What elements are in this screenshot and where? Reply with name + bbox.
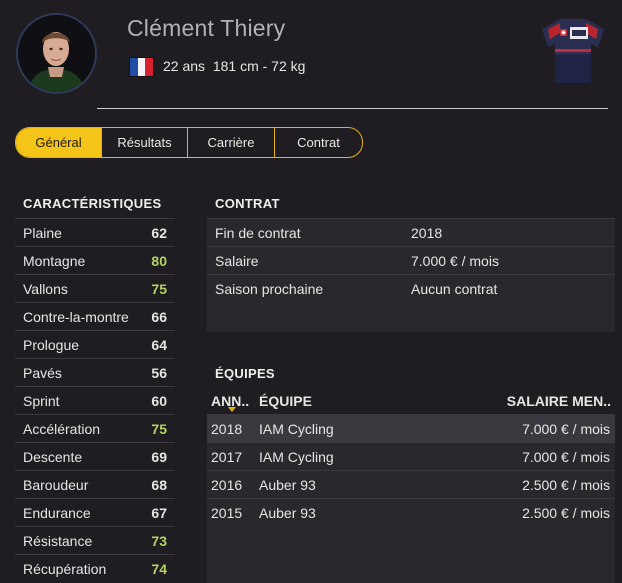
flag-stripe-blue xyxy=(130,58,138,76)
characteristic-label: Prologue xyxy=(23,337,80,353)
team-salary: 2.500 € / mois xyxy=(522,505,610,521)
rider-name: Clément Thiery xyxy=(127,15,286,41)
characteristic-label: Baroudeur xyxy=(23,477,89,493)
characteristic-row: Contre-la-montre 66 xyxy=(15,302,175,330)
characteristics-title: CARACTÉRISTIQUES xyxy=(23,196,162,211)
contract-row-end: Fin de contrat 2018 xyxy=(207,218,615,247)
team-row[interactable]: 2016 Auber 93 2.500 € / mois xyxy=(207,470,615,499)
team-year: 2016 xyxy=(211,477,243,493)
characteristic-row: Plaine 62 xyxy=(15,218,175,246)
characteristic-row: Résistance 73 xyxy=(15,526,175,554)
team-salary: 7.000 € / mois xyxy=(522,421,610,437)
characteristic-row: Endurance 67 xyxy=(15,498,175,526)
contract-value: 2018 xyxy=(411,225,443,241)
characteristics-list: Plaine 62 Montagne 80 Vallons 75 Contre-la-mon… xyxy=(15,218,175,582)
characteristic-label: Accélération xyxy=(23,421,101,437)
characteristic-row: Récupération 74 xyxy=(15,554,175,582)
characteristic-value: 80 xyxy=(151,253,167,269)
characteristic-value: 68 xyxy=(151,477,167,493)
team-row[interactable]: 2017 IAM Cycling 7.000 € / mois xyxy=(207,442,615,471)
rider-height-weight: 181 cm - 72 kg xyxy=(212,58,306,74)
characteristic-value: 56 xyxy=(151,365,167,381)
team-name: Auber 93 xyxy=(259,477,316,493)
contract-label: Fin de contrat xyxy=(215,225,301,241)
characteristic-label: Plaine xyxy=(23,225,62,241)
characteristic-label: Endurance xyxy=(23,505,91,521)
team-salary: 7.000 € / mois xyxy=(522,449,610,465)
team-salary: 2.500 € / mois xyxy=(522,477,610,493)
column-header-team[interactable]: ÉQUIPE xyxy=(259,388,312,414)
characteristic-value: 75 xyxy=(151,281,167,297)
france-flag-icon xyxy=(130,58,154,76)
team-name: IAM Cycling xyxy=(259,449,334,465)
teams-title: ÉQUIPES xyxy=(215,366,275,381)
characteristic-row: Vallons 75 xyxy=(15,274,175,302)
characteristic-row: Accélération 75 xyxy=(15,414,175,442)
characteristic-row: Pavés 56 xyxy=(15,358,175,386)
rider-age: 22 ans xyxy=(163,58,206,74)
contract-value: 7.000 € / mois xyxy=(411,253,499,269)
characteristic-label: Montagne xyxy=(23,253,86,269)
team-name: Auber 93 xyxy=(259,505,316,521)
flag-stripe-red xyxy=(145,58,154,76)
characteristic-value: 69 xyxy=(151,449,167,465)
characteristic-row: Sprint 60 xyxy=(15,386,175,414)
characteristic-label: Pavés xyxy=(23,365,62,381)
characteristic-label: Descente xyxy=(23,449,83,465)
characteristic-value: 74 xyxy=(151,561,167,577)
team-jersey-icon xyxy=(542,19,604,83)
contract-label: Salaire xyxy=(215,253,259,269)
sort-arrow-icon xyxy=(228,407,236,412)
team-name: IAM Cycling xyxy=(259,421,334,437)
characteristic-label: Contre-la-montre xyxy=(23,309,129,325)
characteristic-value: 60 xyxy=(151,393,167,409)
characteristic-row: Prologue 64 xyxy=(15,330,175,358)
team-year: 2017 xyxy=(211,449,243,465)
rider-portrait-icon xyxy=(18,15,95,92)
rider-meta: 22 ans 181 cm - 72 kg xyxy=(163,58,305,74)
flag-stripe-white xyxy=(137,58,146,76)
tab-contrat[interactable]: Contrat xyxy=(275,128,362,157)
characteristic-value: 66 xyxy=(151,309,167,325)
team-year: 2015 xyxy=(211,505,243,521)
tab-bar: Général Résultats Carrière Contrat xyxy=(15,127,363,158)
characteristic-row: Montagne 80 xyxy=(15,246,175,274)
header-divider xyxy=(97,108,608,109)
tab-resultats[interactable]: Résultats xyxy=(102,128,188,157)
tab-carriere[interactable]: Carrière xyxy=(188,128,275,157)
characteristic-label: Sprint xyxy=(23,393,60,409)
characteristic-row: Baroudeur 68 xyxy=(15,470,175,498)
contract-row-next-season: Saison prochaine Aucun contrat xyxy=(207,274,615,303)
contract-label: Saison prochaine xyxy=(215,281,324,297)
characteristic-row: Descente 69 xyxy=(15,442,175,470)
tab-general[interactable]: Général xyxy=(16,128,102,157)
column-header-salary[interactable]: SALAIRE MEN.. xyxy=(507,388,611,414)
teams-header: ANN.. ÉQUIPE SALAIRE MEN.. xyxy=(207,388,615,414)
characteristic-label: Récupération xyxy=(23,561,107,577)
contract-title: CONTRAT xyxy=(215,196,280,211)
team-row[interactable]: 2015 Auber 93 2.500 € / mois xyxy=(207,498,615,527)
characteristic-value: 67 xyxy=(151,505,167,521)
characteristic-value: 73 xyxy=(151,533,167,549)
team-row[interactable]: 2018 IAM Cycling 7.000 € / mois xyxy=(207,414,615,443)
contract-value: Aucun contrat xyxy=(411,281,498,297)
rider-avatar xyxy=(16,13,97,94)
characteristic-value: 75 xyxy=(151,421,167,437)
contract-row-salary: Salaire 7.000 € / mois xyxy=(207,246,615,275)
characteristic-value: 64 xyxy=(151,337,167,353)
characteristic-value: 62 xyxy=(151,225,167,241)
team-year: 2018 xyxy=(211,421,243,437)
characteristic-label: Vallons xyxy=(23,281,68,297)
characteristic-label: Résistance xyxy=(23,533,93,549)
